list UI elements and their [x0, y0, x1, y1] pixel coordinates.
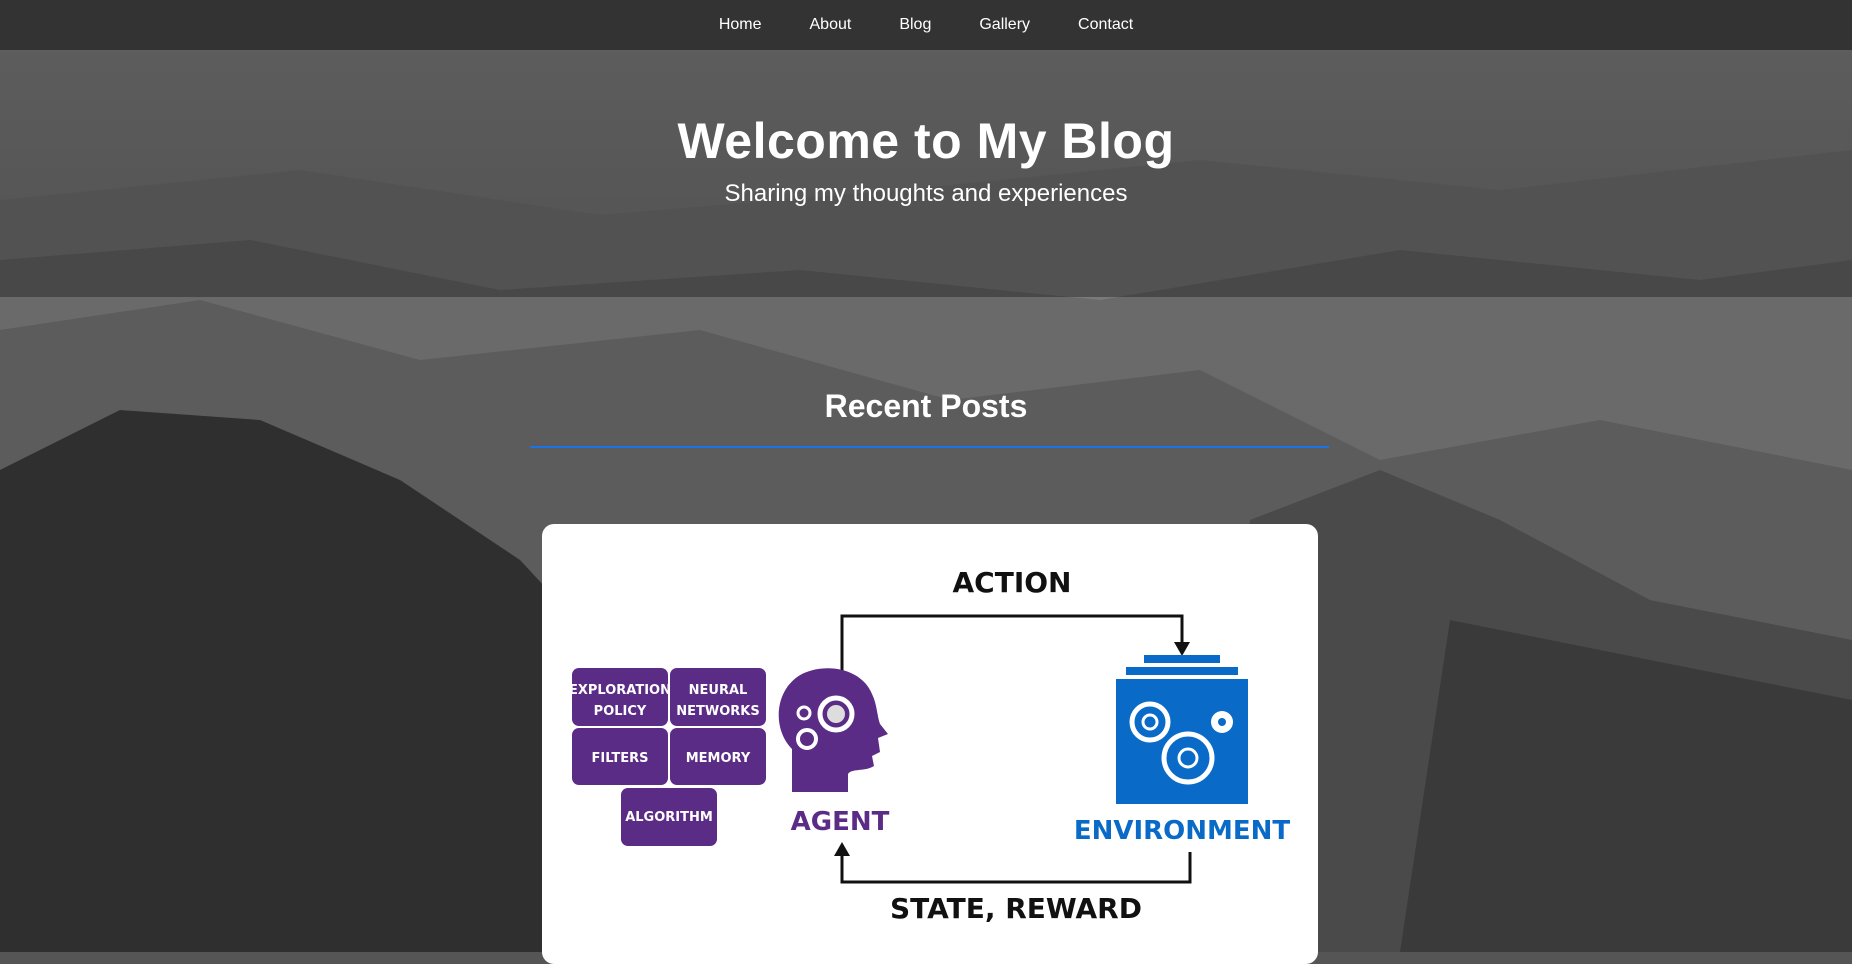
nav-gallery-link[interactable]: Gallery [955, 0, 1054, 50]
hero-subtitle: Sharing my thoughts and experiences [724, 180, 1128, 207]
svg-text:FILTERS: FILTERS [592, 751, 649, 766]
hero-banner: Welcome to My Blog Sharing my thoughts a… [0, 50, 1852, 297]
action-label: ACTION [953, 566, 1072, 599]
recent-posts-divider [530, 446, 1329, 448]
svg-text:ALGORITHM: ALGORITHM [625, 810, 713, 825]
action-arrowhead [1174, 642, 1190, 656]
svg-text:NETWORKS: NETWORKS [676, 704, 759, 719]
nav-home-link[interactable]: Home [695, 0, 786, 50]
environment-icon [1116, 655, 1248, 804]
svg-text:EXPLORATION: EXPLORATION [569, 683, 671, 698]
nav-about-link[interactable]: About [786, 0, 876, 50]
post-card[interactable]: ACTION STATE, REWARD EXPLORATION POLICY … [542, 524, 1318, 964]
agent-head-icon [778, 668, 888, 792]
state-reward-label: STATE, REWARD [890, 892, 1142, 925]
agent-label: AGENT [791, 807, 890, 837]
nav-blog-link[interactable]: Blog [875, 0, 955, 50]
recent-posts-heading: Recent Posts [824, 388, 1028, 424]
state-reward-arrowhead [834, 842, 850, 856]
state-reward-arrow [840, 852, 1192, 884]
hero-title: Welcome to My Blog [677, 113, 1175, 169]
svg-text:NEURAL: NEURAL [689, 683, 748, 698]
top-nav: Home About Blog Gallery Contact [0, 0, 1852, 50]
environment-label: ENVIRONMENT [1074, 816, 1291, 846]
svg-text:POLICY: POLICY [594, 704, 647, 719]
post-image-rl-diagram: ACTION STATE, REWARD EXPLORATION POLICY … [569, 566, 1291, 925]
svg-text:MEMORY: MEMORY [686, 751, 751, 766]
agent-component-blocks: EXPLORATION POLICY NEURAL NETWORKS FILTE… [569, 668, 766, 846]
nav-contact-link[interactable]: Contact [1054, 0, 1157, 50]
